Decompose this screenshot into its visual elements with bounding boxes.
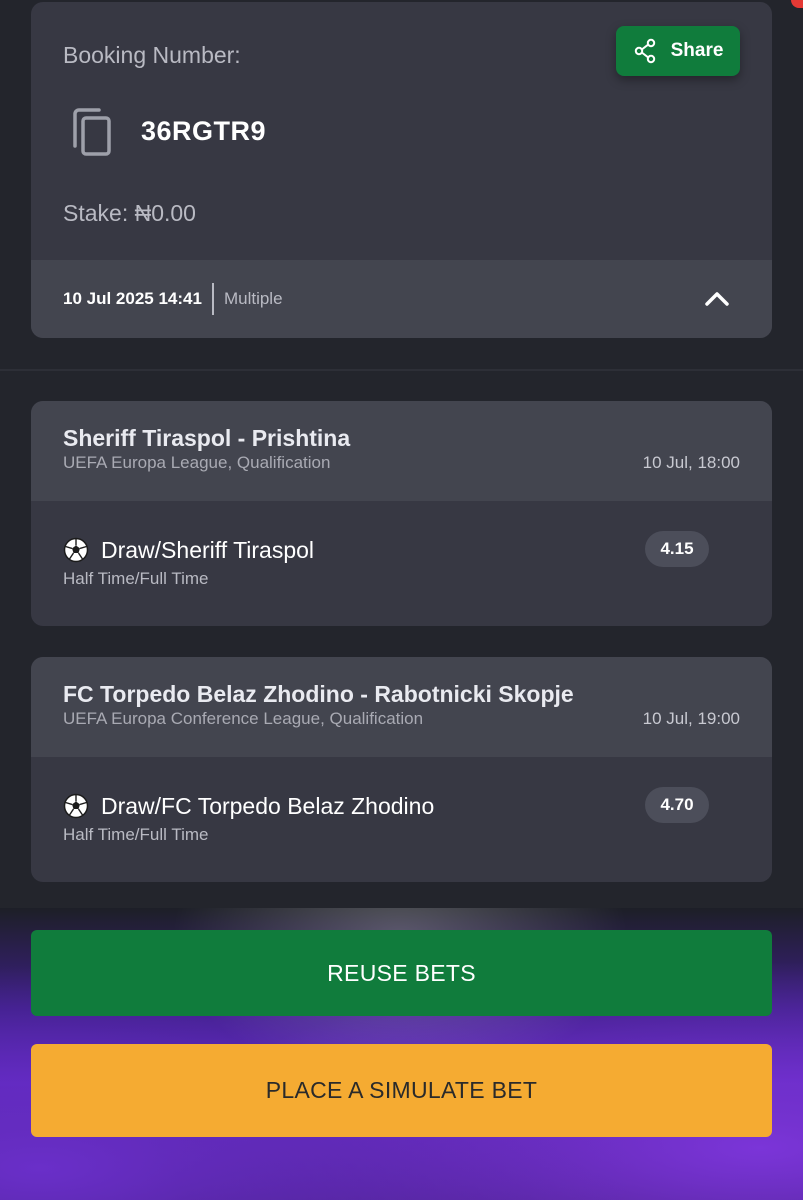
reuse-bets-button[interactable]: REUSE BETS bbox=[31, 930, 772, 1016]
share-button[interactable]: Share bbox=[616, 26, 740, 76]
booking-card: Booking Number: Share 36RGTR9 Stake: ₦0.… bbox=[31, 2, 772, 338]
match-competition: UEFA Europa League, Qualification bbox=[63, 453, 331, 472]
simulate-bet-button[interactable]: PLACE A SIMULATE BET bbox=[31, 1044, 772, 1137]
stake-text: Stake: ₦0.00 bbox=[63, 200, 196, 226]
booking-code: 36RGTR9 bbox=[141, 116, 267, 146]
match-time: 10 Jul, 19:00 bbox=[642, 709, 740, 728]
selection-market: Half Time/Full Time bbox=[63, 825, 209, 844]
booking-number-label: Booking Number: bbox=[63, 42, 241, 68]
bet-type: Multiple bbox=[223, 289, 283, 308]
booking-datetime: 10 Jul 2025 14:41 bbox=[63, 289, 202, 308]
odds-badge: 4.70 bbox=[645, 787, 709, 823]
match-competition: UEFA Europa Conference League, Qualifica… bbox=[63, 709, 424, 728]
share-label: Share bbox=[670, 40, 724, 61]
soccer-ball-icon bbox=[63, 537, 89, 563]
soccer-ball-icon bbox=[63, 793, 89, 819]
match-time: 10 Jul, 18:00 bbox=[642, 453, 740, 472]
booking-footer: 10 Jul 2025 14:41 Multiple bbox=[31, 260, 772, 338]
selection-name: Draw/Sheriff Tiraspol bbox=[101, 537, 315, 563]
match-title: Sheriff Tiraspol - Prishtina bbox=[63, 425, 351, 451]
match-header: Sheriff Tiraspol - Prishtina UEFA Europa… bbox=[31, 401, 772, 501]
odds-badge: 4.15 bbox=[645, 531, 709, 567]
copy-icon[interactable] bbox=[71, 108, 113, 158]
chevron-up-icon[interactable] bbox=[704, 287, 730, 309]
match-card: Sheriff Tiraspol - Prishtina UEFA Europa… bbox=[31, 401, 772, 626]
selection-name: Draw/FC Torpedo Belaz Zhodino bbox=[101, 793, 435, 819]
match-header: FC Torpedo Belaz Zhodino - Rabotnicki Sk… bbox=[31, 657, 772, 757]
share-icon bbox=[634, 38, 655, 64]
match-title: FC Torpedo Belaz Zhodino - Rabotnicki Sk… bbox=[63, 681, 574, 707]
selection-market: Half Time/Full Time bbox=[63, 569, 209, 588]
match-card: FC Torpedo Belaz Zhodino - Rabotnicki Sk… bbox=[31, 657, 772, 882]
footer-divider bbox=[211, 283, 214, 315]
